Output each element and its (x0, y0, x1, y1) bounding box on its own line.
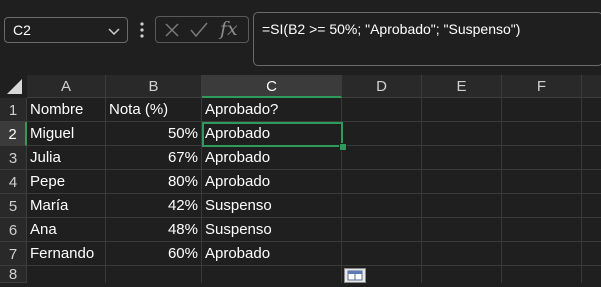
cell-f3[interactable] (502, 146, 582, 170)
cell-c4[interactable]: Aprobado (202, 170, 342, 194)
cell-e6[interactable] (422, 218, 502, 242)
cell-g8[interactable] (582, 266, 601, 283)
cell-a6[interactable]: Ana (27, 218, 106, 242)
cell-d2[interactable] (342, 122, 422, 146)
column-header-a[interactable]: A (27, 75, 106, 98)
row-header-8[interactable]: 8 (0, 266, 27, 283)
cell-b7[interactable]: 60% (106, 242, 202, 266)
cell-b4[interactable]: 80% (106, 170, 202, 194)
cell-d4[interactable] (342, 170, 422, 194)
row-header-5[interactable]: 5 (0, 194, 27, 218)
column-header-f[interactable]: F (502, 75, 582, 98)
cell-b2[interactable]: 50% (106, 122, 202, 146)
cell-d1[interactable] (342, 98, 422, 122)
active-cell-border (202, 122, 343, 147)
select-all-triangle-icon (7, 79, 22, 94)
name-box[interactable]: C2 (4, 17, 128, 43)
formula-controls: fx (155, 16, 249, 43)
quick-analysis-button[interactable] (344, 268, 366, 283)
cell-c1[interactable]: Aprobado? (202, 98, 342, 122)
cell-g4[interactable] (582, 170, 601, 194)
cell-d5[interactable] (342, 194, 422, 218)
cell-d7[interactable] (342, 242, 422, 266)
column-header-c[interactable]: C (202, 75, 342, 98)
cell-g2[interactable] (582, 122, 601, 146)
cell-c7[interactable]: Aprobado (202, 242, 342, 266)
cell-g1[interactable] (582, 98, 601, 122)
cell-b3[interactable]: 67% (106, 146, 202, 170)
column-header-d[interactable]: D (342, 75, 422, 98)
row-header-1[interactable]: 1 (0, 98, 27, 122)
enter-check-icon[interactable] (190, 22, 208, 38)
cell-a1[interactable]: Nombre (27, 98, 106, 122)
cell-e1[interactable] (422, 98, 502, 122)
cell-b8[interactable] (106, 266, 202, 283)
cell-f4[interactable] (502, 170, 582, 194)
cell-b6[interactable]: 48% (106, 218, 202, 242)
cell-c3[interactable]: Aprobado (202, 146, 342, 170)
cell-a2[interactable]: Miguel (27, 122, 106, 146)
fill-handle[interactable] (339, 143, 347, 151)
cell-c5[interactable]: Suspenso (202, 194, 342, 218)
cell-g5[interactable] (582, 194, 601, 218)
row-header-7[interactable]: 7 (0, 242, 27, 266)
cell-g7[interactable] (582, 242, 601, 266)
row-header-6[interactable]: 6 (0, 218, 27, 242)
more-options-icon[interactable] (139, 20, 145, 40)
cell-d6[interactable] (342, 218, 422, 242)
cell-d3[interactable] (342, 146, 422, 170)
column-header-g-partial[interactable] (582, 75, 601, 98)
formula-text: =SI(B2 >= 50%; "Aprobado"; "Suspenso") (262, 21, 521, 37)
insert-function-icon[interactable]: fx (220, 18, 238, 40)
column-header-b[interactable]: B (106, 75, 202, 98)
cell-b5[interactable]: 42% (106, 194, 202, 218)
quick-analysis-icon (347, 270, 363, 281)
cancel-icon[interactable] (164, 22, 180, 38)
cell-e3[interactable] (422, 146, 502, 170)
row-header-4[interactable]: 4 (0, 170, 27, 194)
name-box-value: C2 (13, 22, 31, 38)
cell-e8[interactable] (422, 266, 502, 283)
cell-a3[interactable]: Julia (27, 146, 106, 170)
formula-input[interactable]: =SI(B2 >= 50%; "Aprobado"; "Suspenso") (253, 12, 601, 66)
chevron-down-icon[interactable] (107, 24, 121, 38)
cell-g6[interactable] (582, 218, 601, 242)
cell-f6[interactable] (502, 218, 582, 242)
select-all-corner[interactable] (0, 75, 27, 98)
cell-f1[interactable] (502, 98, 582, 122)
cell-g3[interactable] (582, 146, 601, 170)
column-header-e[interactable]: E (422, 75, 502, 98)
cell-b1[interactable]: Nota (%) (106, 98, 202, 122)
cell-a8[interactable] (27, 266, 106, 283)
row-header-3[interactable]: 3 (0, 146, 27, 170)
cell-e7[interactable] (422, 242, 502, 266)
cell-a5[interactable]: María (27, 194, 106, 218)
cell-e2[interactable] (422, 122, 502, 146)
cell-f7[interactable] (502, 242, 582, 266)
cell-f5[interactable] (502, 194, 582, 218)
cell-a4[interactable]: Pepe (27, 170, 106, 194)
cell-a7[interactable]: Fernando (27, 242, 106, 266)
cell-f8[interactable] (502, 266, 582, 283)
cell-c6[interactable]: Suspenso (202, 218, 342, 242)
spreadsheet-grid: A B C D E F 1 2 3 4 5 6 7 8 Nombre Nota … (0, 75, 601, 283)
row-header-2[interactable]: 2 (0, 122, 27, 146)
cell-f2[interactable] (502, 122, 582, 146)
cell-e4[interactable] (422, 170, 502, 194)
formula-bar-area: C2 fx =SI(B2 >= 50%; "Aprobado"; "Suspen… (0, 0, 601, 74)
cell-c8[interactable] (202, 266, 342, 283)
cell-e5[interactable] (422, 194, 502, 218)
